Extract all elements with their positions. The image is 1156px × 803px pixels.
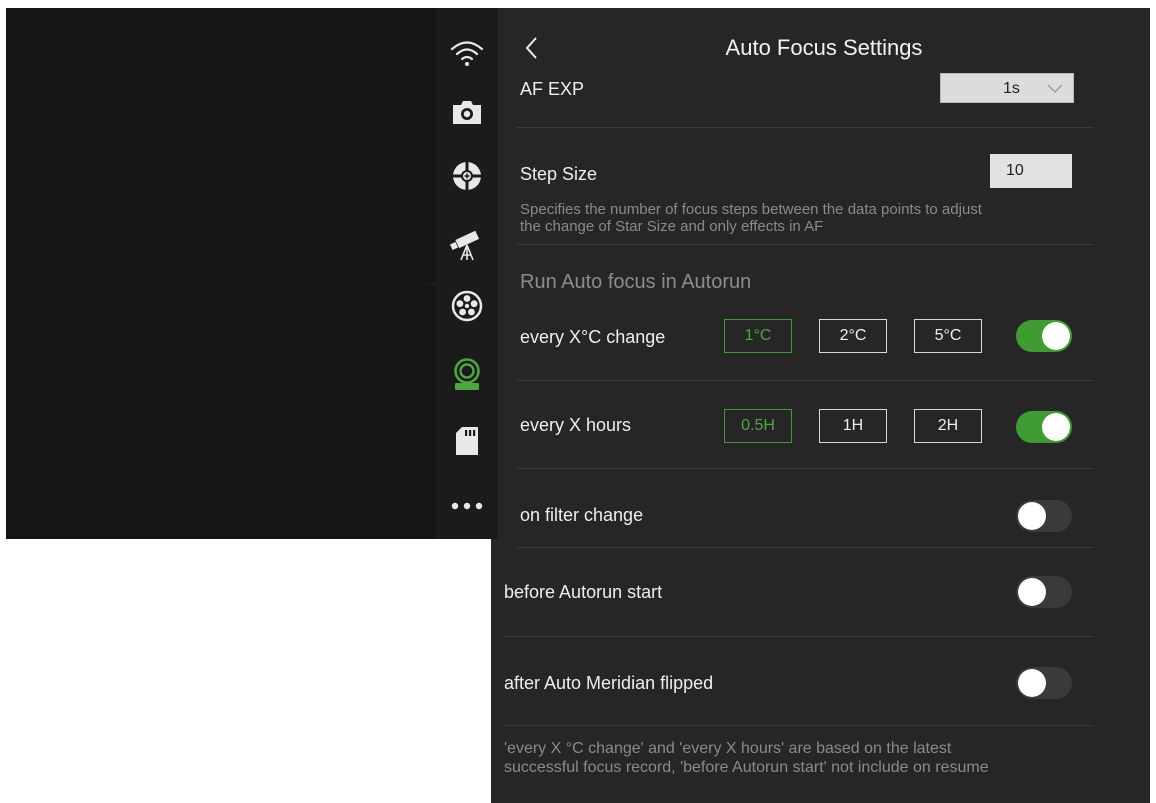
auto-focus-settings-panel: Auto Focus Settings AF EXP 1s Step Size … — [498, 8, 1150, 539]
divider — [516, 244, 1094, 245]
hours-option-0-5h[interactable]: 0.5H — [724, 409, 792, 443]
page-title: Auto Focus Settings — [725, 35, 923, 60]
divider — [516, 127, 1094, 128]
divider — [516, 380, 1094, 381]
divider — [504, 636, 1094, 637]
toggle-knob — [1042, 322, 1070, 350]
temp-option-2c[interactable]: 2°C — [819, 319, 887, 353]
af-exp-select[interactable]: 1s — [940, 73, 1074, 103]
hours-label: every X hours — [520, 415, 632, 435]
temp-option-5c[interactable]: 5°C — [914, 319, 982, 353]
autorun-section-heading: Run Auto focus in Autorun — [520, 271, 752, 293]
before-autorun-label: before Autorun start — [504, 582, 663, 602]
hours-option-2h[interactable]: 2H — [914, 409, 982, 443]
divider — [504, 725, 1094, 726]
filter-wheel-icon[interactable] — [436, 286, 498, 326]
before-autorun-toggle[interactable] — [1016, 576, 1072, 608]
divider — [516, 468, 1094, 469]
crosshair-icon[interactable] — [436, 156, 498, 196]
focuser-icon[interactable] — [436, 355, 498, 395]
step-size-description: Specifies the number of focus steps betw… — [520, 201, 982, 235]
camera-preview — [6, 8, 443, 539]
sidebar — [436, 8, 498, 539]
camera-icon[interactable] — [436, 92, 498, 132]
auto-focus-settings-panel-lower: before Autorun start after Auto Meridian… — [491, 539, 1150, 803]
af-exp-label: AF EXP — [520, 79, 585, 99]
hours-option-1h[interactable]: 1H — [819, 409, 887, 443]
toggle-knob — [1018, 578, 1046, 606]
toggle-knob — [1018, 502, 1046, 530]
autorun-footnote: 'every X °C change' and 'every X hours' … — [504, 740, 989, 776]
meridian-flip-toggle[interactable] — [1016, 667, 1072, 699]
filter-change-toggle[interactable] — [1016, 500, 1072, 532]
temp-option-1c[interactable]: 1°C — [724, 319, 792, 353]
chevron-down-icon — [1047, 84, 1063, 93]
more-icon[interactable] — [436, 486, 498, 526]
sd-card-icon[interactable] — [436, 421, 498, 461]
step-size-input[interactable]: 10 — [990, 154, 1072, 188]
divider — [516, 547, 1094, 548]
toggle-knob — [1042, 413, 1070, 441]
telescope-icon[interactable] — [436, 226, 498, 266]
step-size-label: Step Size — [520, 164, 598, 184]
af-exp-value: 1s — [1003, 80, 1020, 97]
temp-change-toggle[interactable] — [1016, 320, 1072, 352]
temp-change-label: every X°C change — [520, 327, 666, 347]
wifi-icon[interactable] — [436, 33, 498, 73]
hours-toggle[interactable] — [1016, 411, 1072, 443]
toggle-knob — [1018, 669, 1046, 697]
meridian-flip-label: after Auto Meridian flipped — [504, 673, 714, 693]
filter-change-label: on filter change — [520, 505, 644, 525]
